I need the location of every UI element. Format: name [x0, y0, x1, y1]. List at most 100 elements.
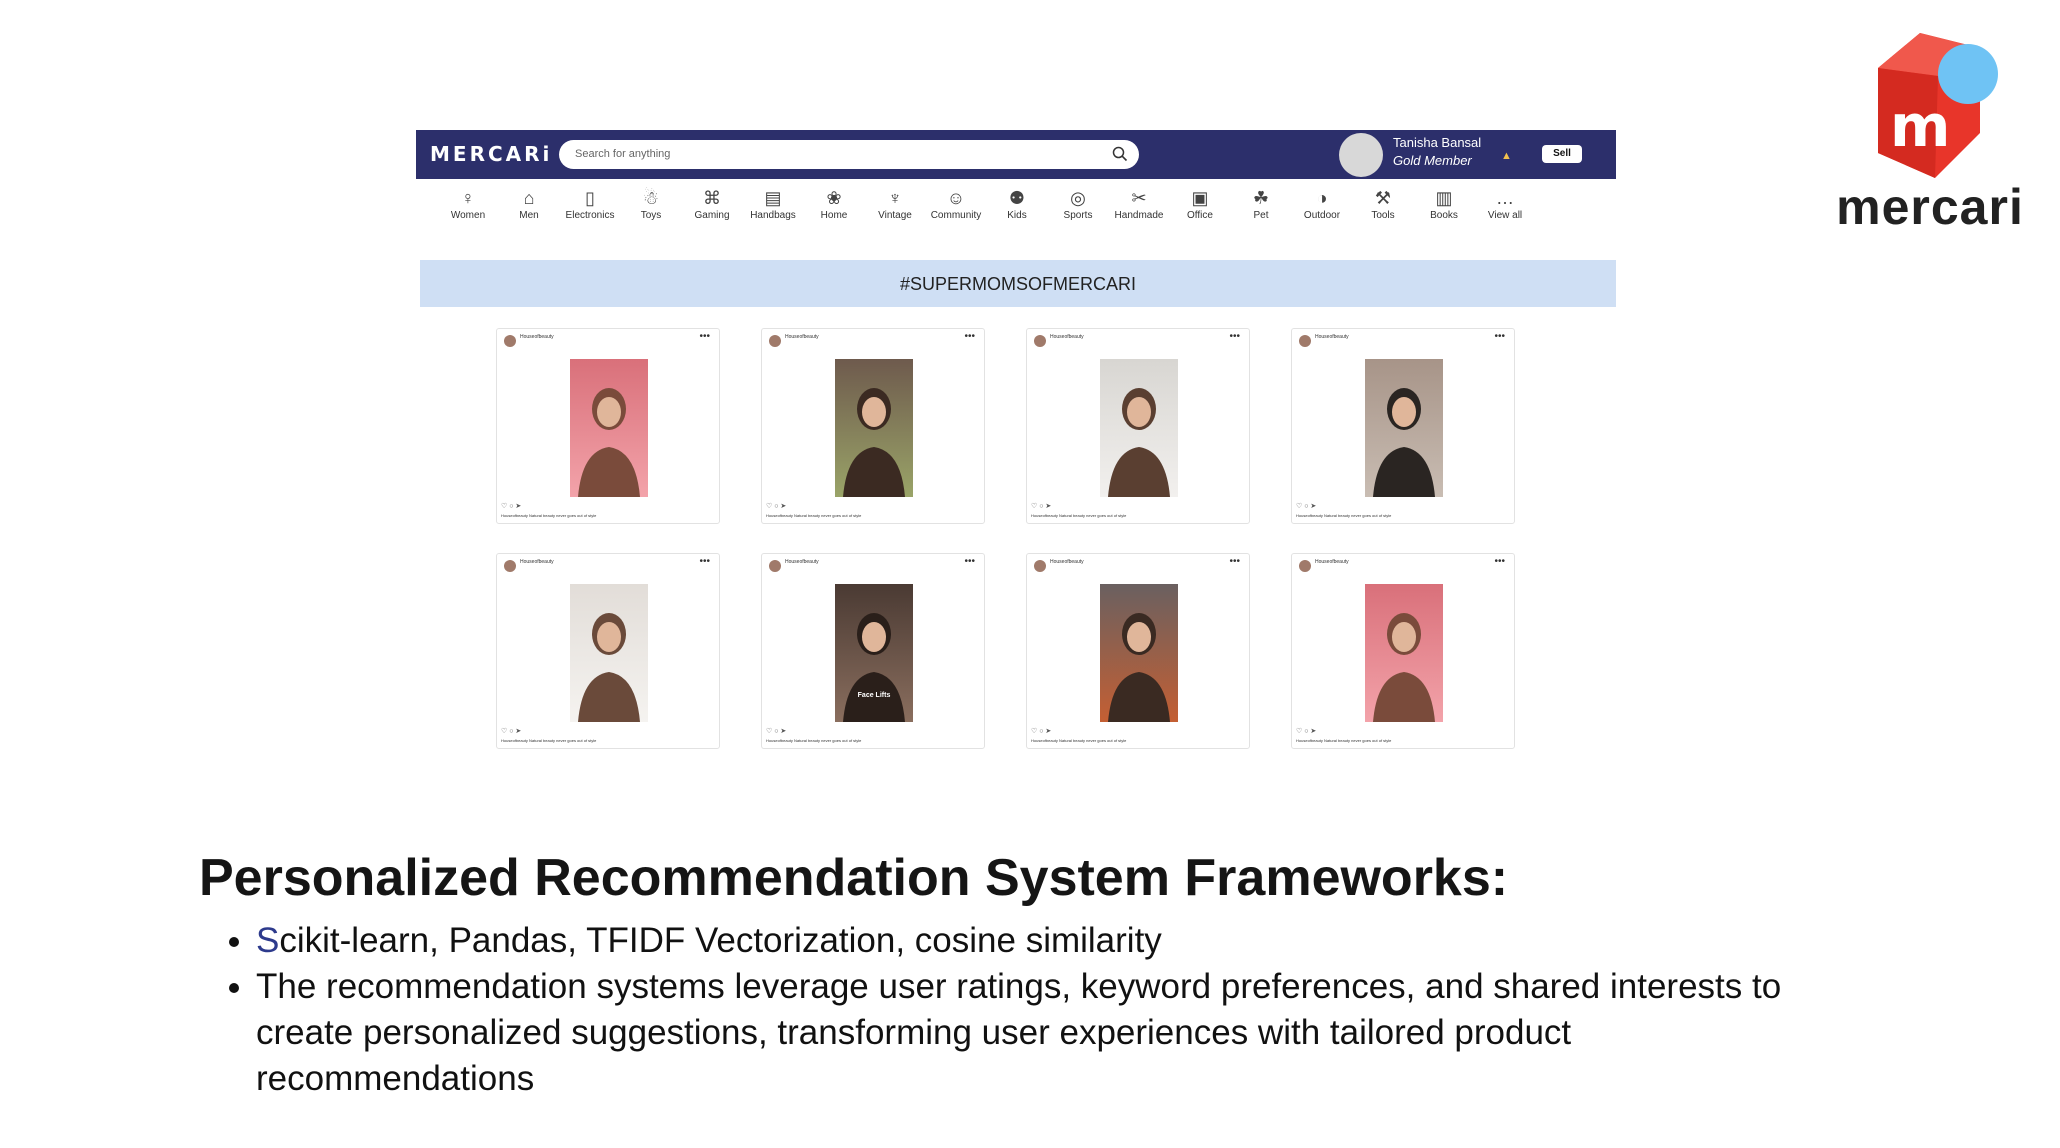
post-card[interactable]: Houseofbeauty ••• Face Lifts ♡ ○ ➤ Houseofbe… — [761, 553, 985, 749]
post-avatar — [1034, 335, 1046, 347]
mercari-cube-icon: m — [1878, 33, 1998, 178]
search-bar[interactable]: Search for anything — [559, 140, 1139, 169]
post-actions[interactable]: ♡ ○ ➤ — [1296, 727, 1316, 735]
category-vintage[interactable]: ♆ Vintage — [865, 186, 925, 221]
post-card[interactable]: Houseofbeauty ••• ♡ ○ ➤ Houseofbeauty Natur… — [761, 328, 985, 524]
category-women[interactable]: ♀ Women — [438, 186, 498, 221]
trophy-icon: ♆ — [888, 188, 902, 208]
post-actions[interactable]: ♡ ○ ➤ — [501, 727, 521, 735]
category-label: Office — [1187, 210, 1213, 221]
more-options-icon[interactable]: ••• — [699, 556, 710, 567]
category-men[interactable]: ⌂ Men — [499, 186, 559, 221]
more-options-icon[interactable]: ••• — [964, 331, 975, 342]
category-label: Handmade — [1114, 210, 1164, 221]
post-card[interactable]: Houseofbeauty ••• ♡ ○ ➤ Houseofbeauty Natur… — [1026, 553, 1250, 749]
post-avatar — [769, 560, 781, 572]
post-video-thumbnail[interactable] — [1365, 359, 1443, 497]
post-username: Houseofbeauty — [1315, 334, 1349, 340]
person-silhouette-icon — [578, 613, 640, 722]
category-toys[interactable]: ☃ Toys — [621, 186, 681, 221]
post-actions[interactable]: ♡ ○ ➤ — [1031, 502, 1051, 510]
post-actions[interactable]: ♡ ○ ➤ — [766, 502, 786, 510]
category-label: Sports — [1063, 210, 1093, 221]
sell-button[interactable]: Sell — [1542, 145, 1582, 163]
category-handmade[interactable]: ✂ Handmade — [1109, 186, 1169, 221]
person-silhouette-icon — [578, 388, 640, 497]
post-video-thumbnail[interactable] — [1100, 359, 1178, 497]
bullet-text: The recommendation systems leverage user… — [256, 967, 1782, 1098]
category-outdoor[interactable]: ◑ Outdoor — [1292, 186, 1352, 221]
post-username: Houseofbeauty — [520, 334, 554, 340]
post-actions[interactable]: ♡ ○ ➤ — [766, 727, 786, 735]
search-input[interactable]: Search for anything — [575, 148, 670, 160]
post-username: Houseofbeauty — [1315, 559, 1349, 565]
gamepad-icon: ⌘ — [703, 188, 721, 208]
post-caption: Houseofbeauty Natural beauty never goes … — [766, 513, 862, 518]
category-community[interactable]: ☺ Community — [926, 186, 986, 221]
post-username: Houseofbeauty — [1050, 334, 1084, 340]
mercari-logo: m mercari — [1830, 28, 2050, 238]
post-avatar — [1299, 560, 1311, 572]
post-avatar — [504, 335, 516, 347]
category-tools[interactable]: ⚒ Tools — [1353, 186, 1413, 221]
phone-icon: ▯ — [585, 188, 595, 208]
more-options-icon[interactable]: ••• — [1229, 331, 1240, 342]
post-card[interactable]: Houseofbeauty ••• ♡ ○ ➤ Houseofbeauty Natur… — [1026, 328, 1250, 524]
people-icon: ☺ — [946, 188, 966, 208]
post-video-thumbnail[interactable] — [570, 359, 648, 497]
category-sports[interactable]: ◎ Sports — [1048, 186, 1108, 221]
avatar[interactable] — [1339, 133, 1383, 177]
post-video-thumbnail[interactable] — [570, 584, 648, 722]
dress-icon: ♀ — [461, 188, 475, 208]
search-icon[interactable] — [1111, 145, 1129, 163]
post-actions[interactable]: ♡ ○ ➤ — [1031, 727, 1051, 735]
more-options-icon[interactable]: ••• — [699, 331, 710, 342]
more-icon: … — [1496, 188, 1514, 208]
category-office[interactable]: ▣ Office — [1170, 186, 1230, 221]
post-video-thumbnail[interactable] — [1100, 584, 1178, 722]
post-card[interactable]: Houseofbeauty ••• ♡ ○ ➤ Houseofbeauty Natur… — [496, 328, 720, 524]
post-video-thumbnail[interactable] — [1365, 584, 1443, 722]
craft-icon: ✂ — [1131, 188, 1147, 208]
brand-logo[interactable]: MERCARi — [430, 142, 552, 166]
person-silhouette-icon — [1108, 613, 1170, 722]
cat-icon: ☘ — [1252, 188, 1270, 208]
category-kids[interactable]: ⚉ Kids — [987, 186, 1047, 221]
post-video-thumbnail[interactable] — [835, 359, 913, 497]
more-options-icon[interactable]: ••• — [1494, 331, 1505, 342]
slide-heading: Personalized Recommendation System Frame… — [199, 849, 1509, 907]
category-label: Home — [820, 210, 848, 221]
category-books[interactable]: ▥ Books — [1414, 186, 1474, 221]
post-avatar — [1034, 560, 1046, 572]
category-label: Electronics — [565, 210, 615, 221]
person-silhouette-icon — [1108, 388, 1170, 497]
bell-icon[interactable]: ▲ — [1501, 150, 1512, 162]
category-view-all[interactable]: … View all — [1475, 186, 1535, 221]
post-card[interactable]: Houseofbeauty ••• ♡ ○ ➤ Houseofbeauty Natur… — [496, 553, 720, 749]
category-electronics[interactable]: ▯ Electronics — [560, 186, 620, 221]
category-label: Books — [1430, 210, 1458, 221]
post-actions[interactable]: ♡ ○ ➤ — [501, 502, 521, 510]
post-card[interactable]: Houseofbeauty ••• ♡ ○ ➤ Houseofbeauty Natur… — [1291, 553, 1515, 749]
post-avatar — [769, 335, 781, 347]
more-options-icon[interactable]: ••• — [1229, 556, 1240, 567]
category-gaming[interactable]: ⌘ Gaming — [682, 186, 742, 221]
post-video-thumbnail[interactable]: Face Lifts — [835, 584, 913, 722]
hashtag-banner: #SUPERMOMSOFMERCARI — [420, 260, 1616, 307]
category-label: Women — [450, 210, 486, 221]
category-pet[interactable]: ☘ Pet — [1231, 186, 1291, 221]
category-home[interactable]: ❀ Home — [804, 186, 864, 221]
lamp-icon: ❀ — [826, 188, 842, 208]
more-options-icon[interactable]: ••• — [964, 556, 975, 567]
person-silhouette-icon — [1373, 613, 1435, 722]
category-handbags[interactable]: ▤ Handbags — [743, 186, 803, 221]
more-options-icon[interactable]: ••• — [1494, 556, 1505, 567]
category-label: Vintage — [878, 210, 912, 221]
tent-icon: ◑ — [1316, 188, 1328, 208]
category-label: Pet — [1253, 210, 1269, 221]
post-card[interactable]: Houseofbeauty ••• ♡ ○ ➤ Houseofbeauty Natur… — [1291, 328, 1515, 524]
category-label: Toys — [640, 210, 662, 221]
category-label: View all — [1487, 210, 1523, 221]
post-actions[interactable]: ♡ ○ ➤ — [1296, 502, 1316, 510]
user-name: Tanisha Bansal — [1393, 135, 1482, 150]
